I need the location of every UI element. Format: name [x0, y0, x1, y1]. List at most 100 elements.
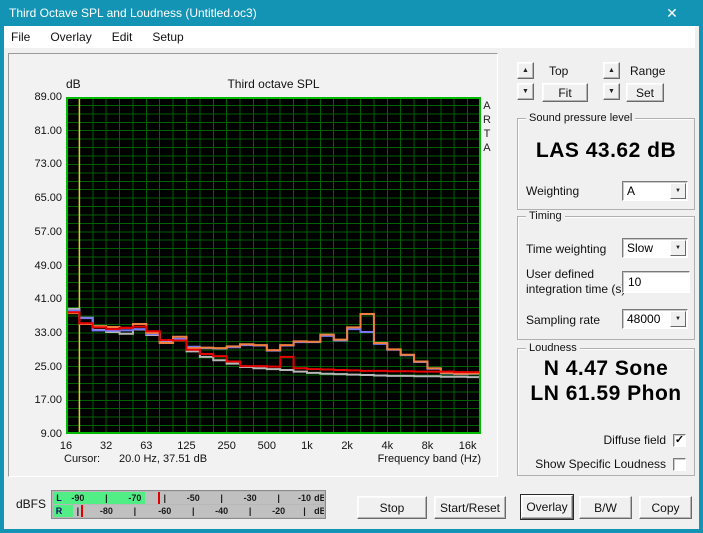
specific-loudness-label: Show Specific Loudness	[535, 457, 666, 471]
title-bar[interactable]: Third Octave SPL and Loudness (Untitled.…	[0, 0, 703, 26]
window-title: Third Octave SPL and Loudness (Untitled.…	[9, 6, 257, 20]
specific-loudness-row: Show Specific Loudness	[535, 457, 686, 471]
spl-value: LAS 43.62 dB	[518, 139, 694, 163]
arta-spl-window: Third Octave SPL and Loudness (Untitled.…	[0, 0, 703, 533]
menu-item-file[interactable]: File	[0, 27, 40, 47]
overlay-button[interactable]: Overlay	[521, 495, 573, 519]
meter-scale-mark: -80	[100, 505, 113, 517]
combo-dropdown-icon[interactable]: ▼	[670, 183, 686, 199]
set-button[interactable]: Set	[626, 83, 664, 102]
meter-scale-mark: |	[220, 492, 223, 504]
meter-peak-indicator	[158, 492, 160, 504]
close-button[interactable]: ✕	[655, 0, 689, 26]
set-button-label: Set	[636, 86, 654, 100]
x-tick-label: 32	[100, 440, 112, 452]
diffuse-field-checkbox[interactable]: ✓	[673, 434, 686, 447]
trace-orange	[66, 313, 481, 374]
specific-loudness-checkbox[interactable]	[673, 458, 686, 471]
meter-scale-mark: -30	[244, 492, 257, 504]
trace-red	[66, 312, 481, 372]
meter-scale-mark: |	[163, 492, 166, 504]
spl-group-title: Sound pressure level	[526, 112, 635, 124]
up-arrow-icon: ▲	[522, 67, 529, 74]
meter-scale-mark: -20	[272, 505, 285, 517]
loudness-ln-value: LN 61.59 Phon	[518, 382, 694, 406]
x-tick-label: 250	[217, 440, 235, 452]
meter-scale-mark: |	[105, 492, 108, 504]
integration-time-input[interactable]: 10	[622, 271, 690, 293]
down-arrow-icon: ▼	[608, 88, 615, 95]
y-tick-label: 25.00	[14, 361, 62, 373]
time-weighting-combo[interactable]: Slow ▼	[622, 238, 688, 258]
top-label: Top	[549, 64, 568, 78]
loudness-group: Loudness N 4.47 Sone LN 61.59 Phon Diffu…	[517, 348, 695, 476]
meter-peak-indicator	[81, 505, 83, 517]
y-tick-label: 73.00	[14, 158, 62, 170]
level-meter: L-90|-70|-50|-30|-10dBR|-80|-60|-40|-20|…	[51, 490, 326, 519]
x-tick-label: 8k	[422, 440, 434, 452]
x-axis-labels: 1632631252505001k2k4k8k16k	[66, 440, 481, 454]
x-tick-label: 16	[60, 440, 72, 452]
meter-channel-label: L	[53, 492, 65, 504]
b-w-button[interactable]: B/W	[579, 496, 632, 519]
meter-row-r: R|-80|-60|-40|-20|dB	[53, 505, 324, 517]
sampling-rate-combo[interactable]: 48000 ▼	[622, 309, 688, 329]
y-tick-label: 81.00	[14, 125, 62, 137]
start-reset-button[interactable]: Start/Reset	[434, 496, 506, 519]
meter-scale-mark: |	[249, 505, 252, 517]
meter-channel-label: R	[53, 505, 65, 517]
y-tick-label: 49.00	[14, 260, 62, 272]
timing-group-title: Timing	[526, 210, 565, 222]
range-up-button[interactable]: ▲	[603, 62, 620, 79]
close-icon: ✕	[666, 5, 678, 22]
meter-fill	[65, 505, 73, 517]
up-arrow-icon: ▲	[608, 67, 615, 74]
meter-scale-mark: |	[77, 505, 80, 517]
arta-watermark: ARTA	[483, 99, 491, 155]
down-arrow-icon: ▼	[522, 88, 529, 95]
meter-scale-mark: dB	[314, 505, 324, 517]
copy-button[interactable]: Copy	[639, 496, 692, 519]
cursor-label: Cursor:	[64, 453, 100, 465]
weighting-combo[interactable]: A ▼	[622, 181, 688, 201]
menu-item-overlay[interactable]: Overlay	[40, 27, 101, 47]
menu-item-edit[interactable]: Edit	[102, 27, 143, 47]
chart-title: Third octave SPL	[66, 77, 481, 91]
menu-item-setup[interactable]: Setup	[142, 27, 193, 47]
meter-scale-mark: |	[303, 505, 306, 517]
x-tick-label: 63	[140, 440, 152, 452]
meter-scale-mark: -10	[298, 492, 311, 504]
fit-button-label: Fit	[558, 86, 571, 100]
stop-button[interactable]: Stop	[357, 496, 427, 519]
arta-letter: A	[483, 141, 491, 155]
combo-dropdown-icon[interactable]: ▼	[670, 311, 686, 327]
x-tick-label: 16k	[459, 440, 477, 452]
weighting-value: A	[627, 184, 635, 198]
spl-plot-canvas[interactable]	[66, 97, 481, 434]
weighting-label: Weighting	[526, 184, 579, 198]
meter-row-l: L-90|-70|-50|-30|-10dB	[53, 492, 324, 504]
meter-scale-mark: -90	[71, 492, 84, 504]
trace-blue	[66, 311, 481, 375]
meter-scale-mark: -40	[215, 505, 228, 517]
time-weighting-label: Time weighting	[526, 242, 606, 256]
meter-scale-mark: dB	[314, 492, 324, 504]
x-tick-label: 1k	[301, 440, 313, 452]
spl-group: Sound pressure level LAS 43.62 dB Weight…	[517, 118, 695, 210]
combo-dropdown-icon[interactable]: ▼	[670, 240, 686, 256]
time-weighting-value: Slow	[627, 241, 653, 255]
x-tick-label: 125	[177, 440, 195, 452]
diffuse-field-label: Diffuse field	[604, 433, 666, 447]
timing-group: Timing Time weighting Slow ▼ User define…	[517, 216, 695, 340]
sampling-rate-label: Sampling rate	[526, 313, 600, 327]
top-up-button[interactable]: ▲	[517, 62, 534, 79]
y-tick-label: 89.00	[14, 91, 62, 103]
x-tick-label: 4k	[381, 440, 393, 452]
range-down-button[interactable]: ▼	[603, 83, 620, 100]
arta-letter: R	[483, 113, 491, 127]
y-tick-label: 65.00	[14, 192, 62, 204]
meter-bar: |-80|-60|-40|-20|dB	[65, 505, 324, 517]
arta-letter: T	[483, 127, 491, 141]
fit-button[interactable]: Fit	[542, 83, 588, 102]
top-down-button[interactable]: ▼	[517, 83, 534, 100]
